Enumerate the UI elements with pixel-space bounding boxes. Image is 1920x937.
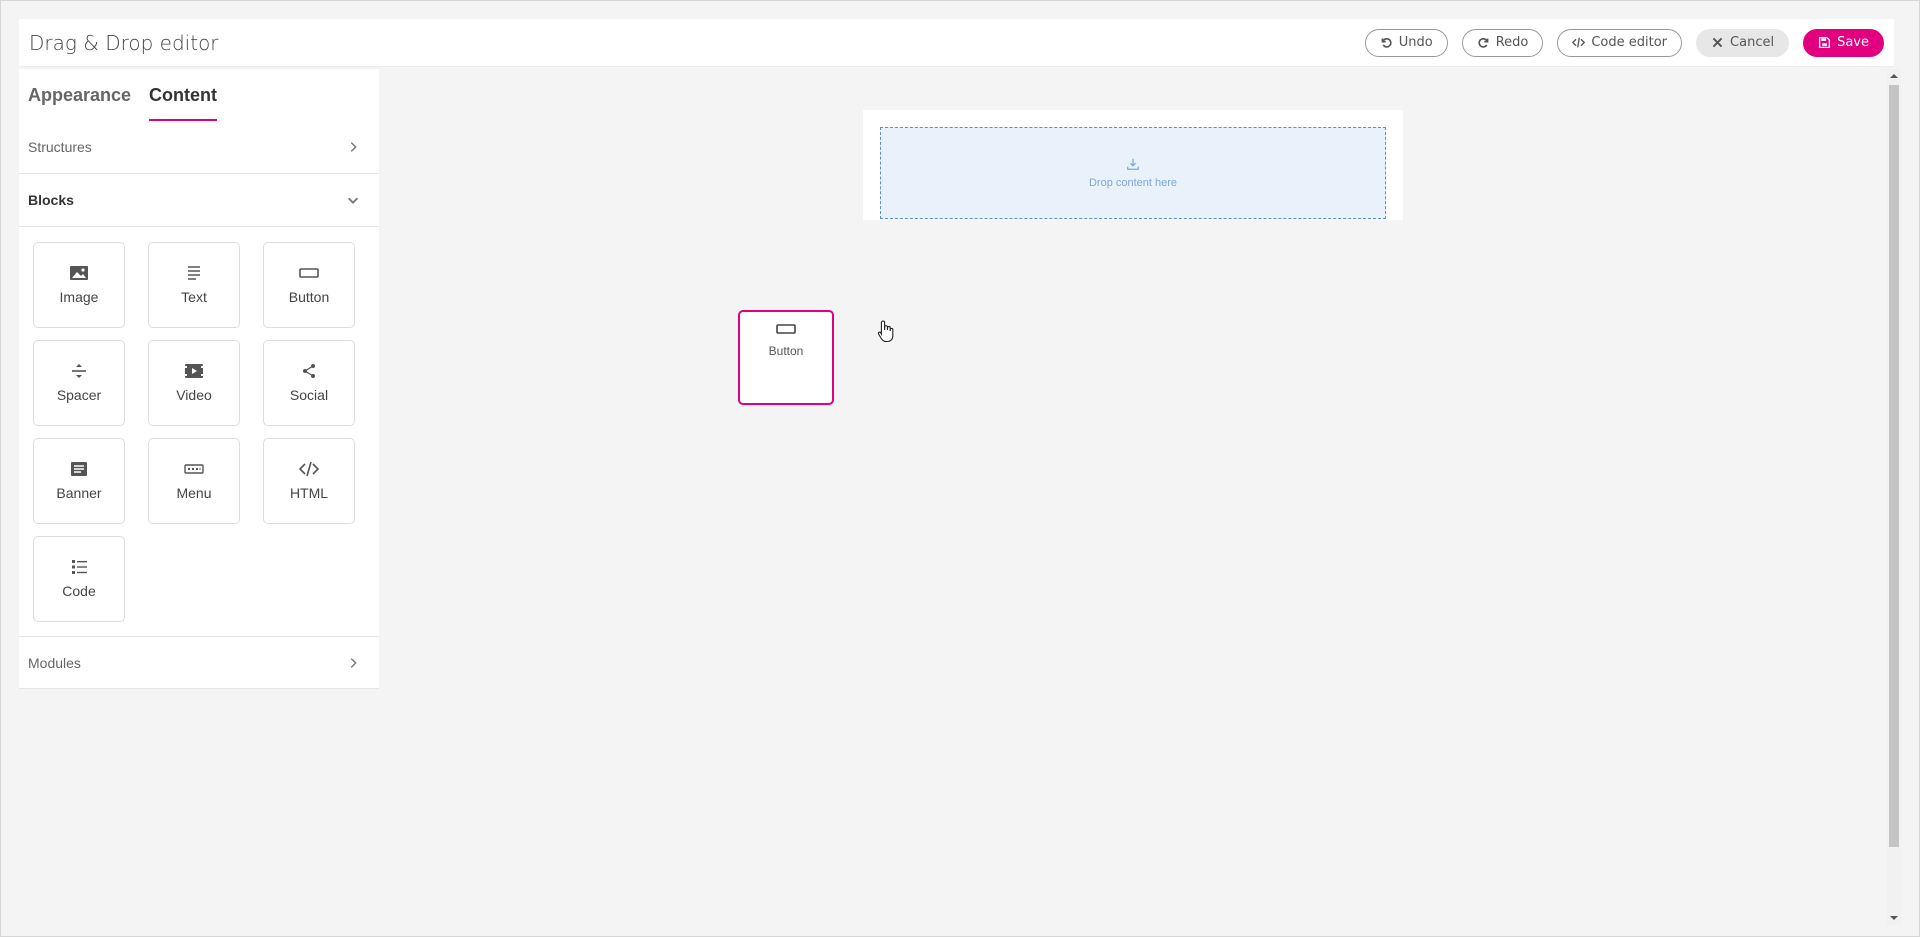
editor-window: Drag & Drop editor Undo Redo Code editor… xyxy=(0,0,1920,937)
block-label: Code xyxy=(62,583,96,599)
close-icon xyxy=(1712,37,1723,48)
spacer-icon xyxy=(72,364,86,378)
block-label: Social xyxy=(289,387,329,403)
blocks-grid: Image Text Button Spacer Video Social Ba… xyxy=(19,227,379,636)
video-icon xyxy=(185,364,203,378)
chevron-down-icon xyxy=(347,197,359,204)
block-spacer[interactable]: Spacer xyxy=(33,340,125,426)
section-modules[interactable]: Modules xyxy=(19,636,379,689)
code-editor-button[interactable]: Code editor xyxy=(1557,28,1683,57)
email-canvas[interactable]: Drop content here xyxy=(379,69,1887,925)
block-label: Spacer xyxy=(56,387,102,403)
list-icon xyxy=(72,560,87,574)
block-label: Video xyxy=(176,387,212,403)
save-icon xyxy=(1819,36,1831,49)
redo-button[interactable]: Redo xyxy=(1461,28,1544,57)
sidebar: Appearance Content Structures Blocks Ima… xyxy=(19,69,379,689)
cancel-button[interactable]: Cancel xyxy=(1696,28,1790,57)
menu-icon xyxy=(184,464,204,474)
save-label: Save xyxy=(1837,35,1869,50)
block-label: Text xyxy=(181,289,207,305)
code-brackets-icon xyxy=(299,461,319,477)
dragging-block-label: Button xyxy=(768,344,804,358)
share-icon xyxy=(303,364,315,378)
block-label: Button xyxy=(288,289,330,305)
block-label: Image xyxy=(59,289,99,305)
block-html[interactable]: HTML xyxy=(263,438,355,524)
header-bar: Drag & Drop editor Undo Redo Code editor… xyxy=(19,19,1894,67)
section-blocks-label: Blocks xyxy=(28,192,74,208)
button-icon xyxy=(776,324,796,334)
text-icon xyxy=(188,266,200,280)
scroll-down-icon[interactable] xyxy=(1889,913,1899,923)
block-banner[interactable]: Banner xyxy=(33,438,125,524)
undo-label: Undo xyxy=(1398,35,1433,50)
redo-label: Redo xyxy=(1495,35,1529,50)
vertical-scrollbar[interactable] xyxy=(1887,69,1901,925)
code-editor-label: Code editor xyxy=(1591,35,1668,50)
chevron-right-icon xyxy=(350,142,357,152)
button-icon xyxy=(299,268,319,278)
tab-content[interactable]: Content xyxy=(149,85,218,121)
block-label: HTML xyxy=(289,485,329,501)
block-text[interactable]: Text xyxy=(148,242,240,328)
section-structures-label: Structures xyxy=(28,139,92,155)
undo-button[interactable]: Undo xyxy=(1364,28,1448,57)
block-image[interactable]: Image xyxy=(33,242,125,328)
block-video[interactable]: Video xyxy=(148,340,240,426)
page-title: Drag & Drop editor xyxy=(29,30,219,55)
download-icon xyxy=(1127,158,1139,170)
drop-zone-text: Drop content here xyxy=(1088,177,1178,189)
sidebar-tabs: Appearance Content xyxy=(19,69,379,121)
redo-icon xyxy=(1478,38,1489,48)
undo-icon xyxy=(1381,38,1392,48)
save-button[interactable]: Save xyxy=(1803,28,1884,57)
dragging-button-block[interactable]: Button xyxy=(738,310,834,405)
block-social[interactable]: Social xyxy=(263,340,355,426)
email-body: Drop content here xyxy=(863,110,1403,220)
toolbar: Undo Redo Code editor Cancel Save xyxy=(1364,28,1884,57)
drop-zone[interactable]: Drop content here xyxy=(880,127,1386,219)
block-menu[interactable]: Menu xyxy=(148,438,240,524)
code-icon xyxy=(1572,37,1586,48)
hand-cursor-icon xyxy=(877,320,894,343)
block-label: Menu xyxy=(176,485,212,501)
image-icon xyxy=(70,266,88,280)
banner-icon xyxy=(71,462,87,476)
cancel-label: Cancel xyxy=(1730,35,1775,50)
block-button[interactable]: Button xyxy=(263,242,355,328)
block-label: Banner xyxy=(56,485,102,501)
chevron-right-icon xyxy=(350,657,357,668)
block-code[interactable]: Code xyxy=(33,536,125,622)
section-structures[interactable]: Structures xyxy=(19,121,379,174)
scroll-up-icon[interactable] xyxy=(1889,71,1899,81)
tab-appearance[interactable]: Appearance xyxy=(28,85,131,121)
section-modules-label: Modules xyxy=(28,654,81,671)
scrollbar-thumb[interactable] xyxy=(1889,85,1899,847)
section-blocks[interactable]: Blocks xyxy=(19,174,379,227)
